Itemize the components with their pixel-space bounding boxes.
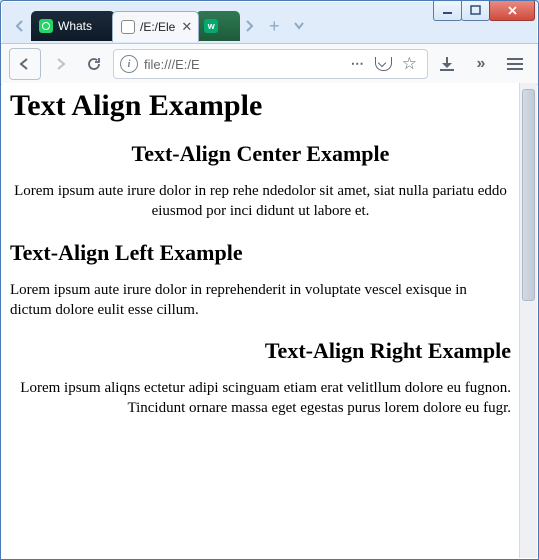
whatsapp-icon bbox=[39, 19, 53, 33]
page-actions-icon[interactable]: ⋯ bbox=[351, 56, 365, 72]
forward-button[interactable] bbox=[45, 49, 75, 79]
download-icon bbox=[440, 57, 454, 71]
tab-scroll-left[interactable] bbox=[7, 13, 31, 39]
close-tab-icon[interactable]: ✕ bbox=[181, 20, 192, 33]
url-text: file:///E:/E bbox=[144, 57, 200, 72]
page-title: Text Align Example bbox=[10, 89, 511, 123]
browser-window: Whats /E:/Ele ✕ w + bbox=[0, 0, 539, 560]
window-titlebar: Whats /E:/Ele ✕ w + bbox=[1, 1, 538, 43]
tab-label: Whats bbox=[58, 19, 92, 33]
tab-strip: Whats /E:/Ele ✕ w + bbox=[1, 9, 538, 43]
bookmark-star-icon[interactable]: ☆ bbox=[402, 54, 417, 74]
w3-icon: w bbox=[204, 19, 218, 33]
page-viewport: Text Align Example Text-Align Center Exa… bbox=[2, 83, 537, 558]
tab-dropdown[interactable] bbox=[287, 13, 311, 39]
site-info-icon[interactable]: i bbox=[120, 55, 138, 73]
app-menu-button[interactable] bbox=[500, 49, 530, 79]
downloads-button[interactable] bbox=[432, 49, 462, 79]
paragraph-center: Lorem ipsum aute irure dolor in rep rehe… bbox=[10, 181, 511, 222]
tab-current-file[interactable]: /E:/Ele ✕ bbox=[112, 11, 199, 42]
tab-label: /E:/Ele bbox=[140, 20, 175, 34]
page-content: Text Align Example Text-Align Center Exa… bbox=[2, 83, 519, 558]
file-icon bbox=[121, 20, 135, 34]
vertical-scrollbar[interactable] bbox=[519, 83, 537, 558]
pocket-icon[interactable] bbox=[375, 57, 392, 71]
tab-whatsapp[interactable]: Whats bbox=[31, 11, 115, 41]
new-tab-button[interactable]: + bbox=[261, 13, 287, 39]
hamburger-icon bbox=[507, 58, 523, 70]
toolbar-overflow-button[interactable]: » bbox=[466, 49, 496, 79]
address-bar-actions: ⋯ ☆ bbox=[351, 54, 421, 74]
paragraph-left: Lorem ipsum aute irure dolor in reprehen… bbox=[10, 280, 511, 321]
navigation-toolbar: i file:///E:/E ⋯ ☆ » bbox=[1, 43, 538, 85]
reload-button[interactable] bbox=[79, 49, 109, 79]
tab-scroll-right[interactable] bbox=[237, 13, 261, 39]
heading-right: Text-Align Right Example bbox=[10, 338, 511, 364]
address-bar[interactable]: i file:///E:/E ⋯ ☆ bbox=[113, 49, 428, 79]
heading-left: Text-Align Left Example bbox=[10, 240, 511, 266]
back-button[interactable] bbox=[9, 48, 41, 80]
paragraph-right: Lorem ipsum aliqns ectetur adipi scingua… bbox=[10, 378, 511, 419]
tab-w3[interactable]: w bbox=[196, 11, 240, 41]
scrollbar-thumb[interactable] bbox=[522, 89, 535, 301]
heading-center: Text-Align Center Example bbox=[10, 141, 511, 167]
